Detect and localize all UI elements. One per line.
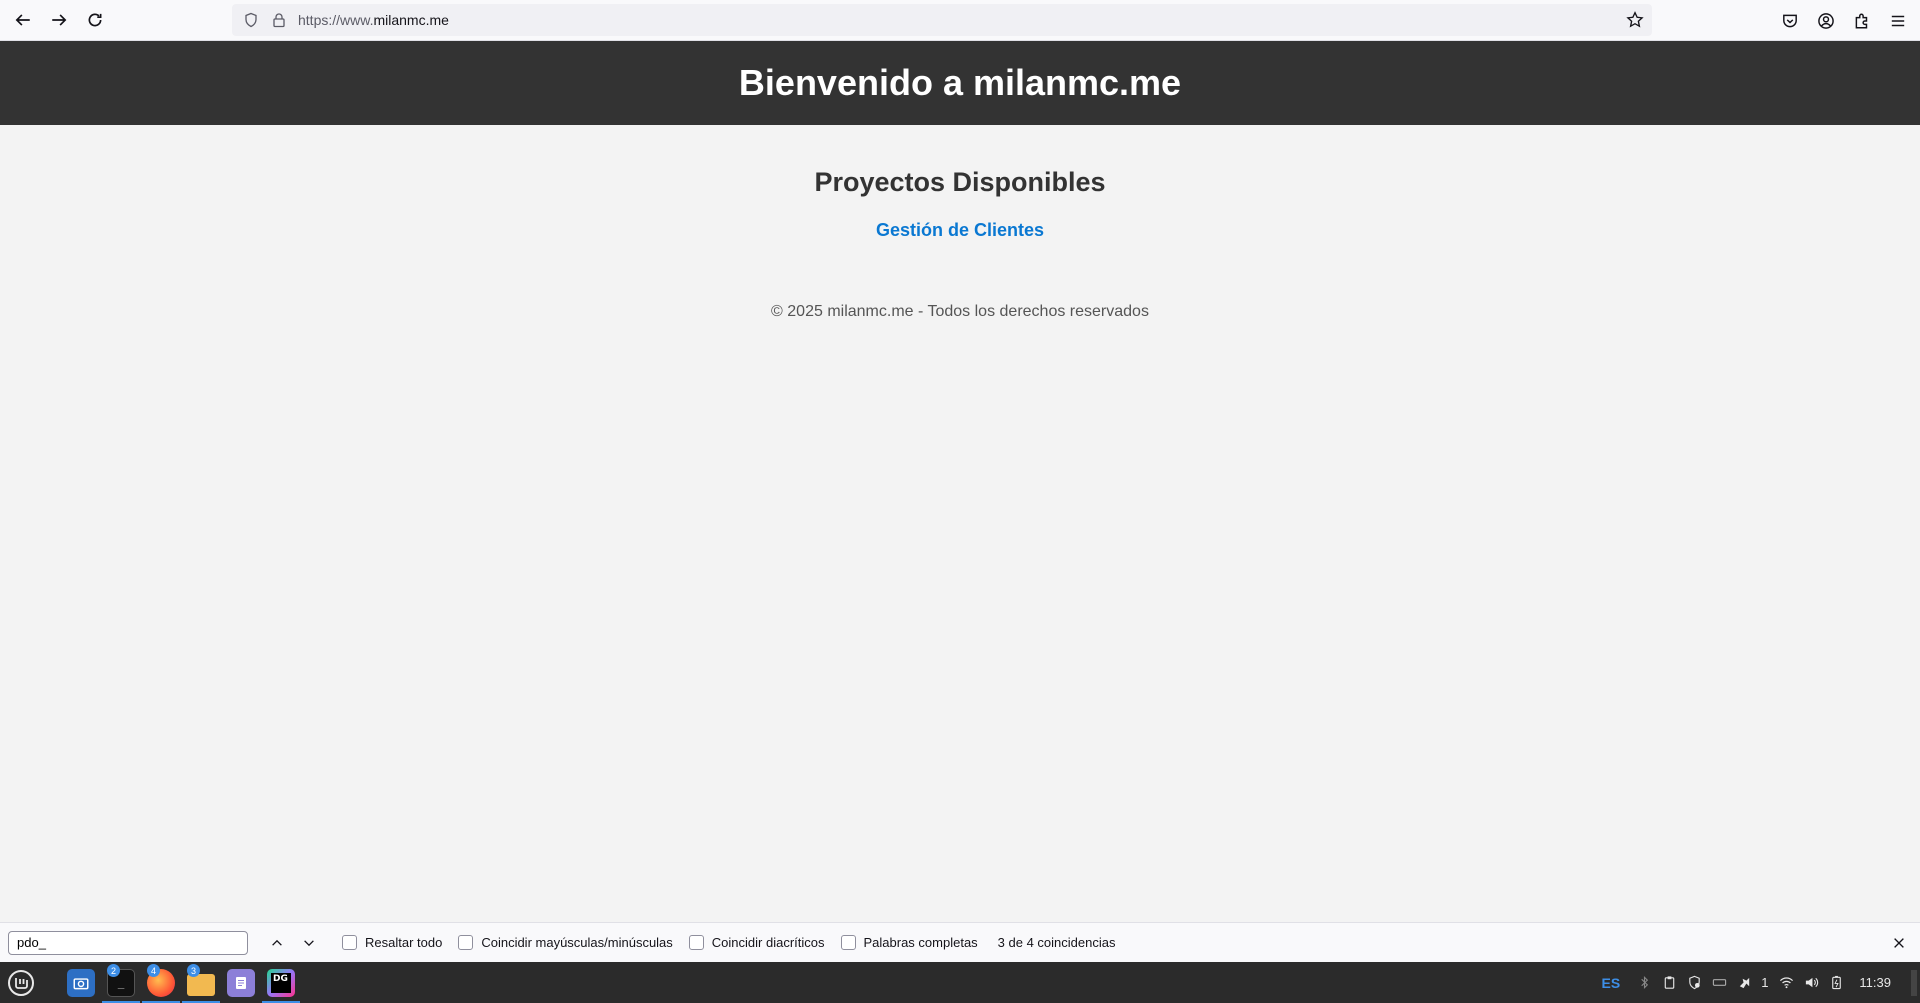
pocket-icon (1783, 14, 1797, 27)
find-next-button[interactable] (294, 928, 324, 958)
chevron-down-icon (304, 939, 314, 946)
close-icon (1894, 938, 1904, 948)
find-bar: Resaltar todo Coincidir mayúsculas/minús… (0, 922, 1920, 962)
taskbar-app-firefox[interactable]: 4 (142, 962, 180, 1003)
section-title: Proyectos Disponibles (814, 167, 1106, 197)
find-close-button[interactable] (1888, 932, 1910, 954)
main-content: Proyectos Disponibles Gestión de Cliente… (0, 125, 1920, 321)
url-host: milanmc.me (373, 12, 449, 28)
toolbar-right (1772, 0, 1920, 41)
graphics-card-icon[interactable] (1711, 975, 1727, 991)
taskbar-app-files[interactable]: 3 (182, 962, 220, 1003)
find-match-count: 3 de 4 coincidencias (997, 935, 1116, 950)
highlight-all-checkbox[interactable]: Resaltar todo (342, 935, 442, 950)
taskbar-app-terminal[interactable]: _ 2 (102, 962, 140, 1003)
address-bar[interactable]: https://www.milanmc.me (232, 4, 1652, 36)
clock[interactable]: 11:39 (1859, 975, 1891, 990)
taskbar-app-text-editor[interactable] (222, 962, 260, 1003)
project-link-gestion-clientes[interactable]: Gestión de Clientes (876, 220, 1044, 241)
battery-icon[interactable] (1828, 975, 1844, 991)
lock-icon[interactable] (270, 11, 288, 29)
app-menu-button[interactable] (1880, 3, 1916, 39)
system-tray: ES 1 11:39 (1602, 962, 1920, 1003)
url-scheme: https://www. (298, 12, 374, 28)
checkbox-box[interactable] (342, 935, 357, 950)
url-text[interactable]: https://www.milanmc.me (298, 12, 449, 28)
whole-words-checkbox[interactable]: Palabras completas (840, 935, 978, 950)
keyboard-layout-indicator[interactable]: ES (1602, 975, 1621, 991)
checkbox-label: Coincidir mayúsculas/minúsculas (481, 935, 673, 950)
shield-icon[interactable] (242, 11, 260, 29)
site-header: Bienvenido a milanmc.me (0, 41, 1920, 125)
pocket-button[interactable] (1772, 3, 1808, 39)
mint-logo-icon (8, 969, 34, 996)
datagrip-icon: DG (267, 968, 295, 997)
match-diacritics-checkbox[interactable]: Coincidir diacríticos (688, 935, 825, 950)
notifications-icon[interactable] (1736, 975, 1752, 991)
extensions-button[interactable] (1844, 3, 1880, 39)
bluetooth-icon[interactable] (1636, 975, 1652, 991)
account-icon (1818, 12, 1834, 29)
start-menu-button[interactable] (4, 966, 38, 1000)
site-title: Bienvenido a milanmc.me (738, 62, 1182, 103)
checkbox-label: Coincidir diacríticos (711, 935, 825, 950)
taskbar-app-screenshot[interactable] (62, 962, 100, 1003)
checkbox-box[interactable] (688, 935, 704, 950)
notification-count: 1 (1761, 975, 1769, 990)
checkbox-box[interactable] (840, 935, 856, 950)
hamburger-menu-icon (1891, 15, 1905, 26)
show-desktop-button[interactable] (1911, 969, 1917, 996)
volume-icon[interactable] (1803, 975, 1819, 991)
arrow-left-icon (15, 14, 30, 26)
reload-icon (88, 13, 102, 27)
window-count-badge: 4 (147, 964, 160, 977)
arrow-right-icon (52, 14, 67, 26)
clipboard-icon[interactable] (1661, 975, 1677, 991)
checkbox-label: Resaltar todo (365, 935, 443, 950)
checkbox-label: Palabras completas (863, 935, 978, 950)
checkbox-box[interactable] (458, 935, 474, 950)
update-shield-icon[interactable] (1686, 975, 1702, 991)
account-button[interactable] (1808, 3, 1844, 39)
window-count-badge: 2 (107, 964, 120, 977)
wifi-icon[interactable] (1778, 975, 1794, 991)
window-count-badge: 3 (187, 964, 200, 977)
find-input[interactable] (8, 930, 248, 955)
footer-copyright: © 2025 milanmc.me - Todos los derechos r… (771, 303, 1149, 320)
bookmark-star-icon[interactable] (1626, 11, 1644, 29)
chevron-up-icon (272, 939, 282, 946)
back-button[interactable] (5, 2, 41, 38)
taskbar-app-datagrip[interactable]: DG (262, 962, 300, 1003)
camera-icon (67, 968, 95, 997)
text-editor-icon (227, 968, 255, 997)
forward-button[interactable] (41, 2, 77, 38)
match-case-checkbox[interactable]: Coincidir mayúsculas/minúsculas (458, 935, 673, 950)
browser-toolbar: https://www.milanmc.me (0, 0, 1920, 41)
find-previous-button[interactable] (262, 928, 292, 958)
taskbar: _ 2 4 3 DG ES 1 11:39 (0, 962, 1920, 1003)
puzzle-icon (1855, 13, 1868, 28)
reload-button[interactable] (77, 2, 113, 38)
